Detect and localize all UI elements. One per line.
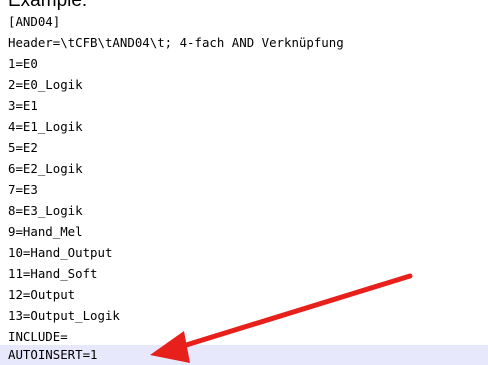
red-arrow-icon — [150, 273, 413, 363]
